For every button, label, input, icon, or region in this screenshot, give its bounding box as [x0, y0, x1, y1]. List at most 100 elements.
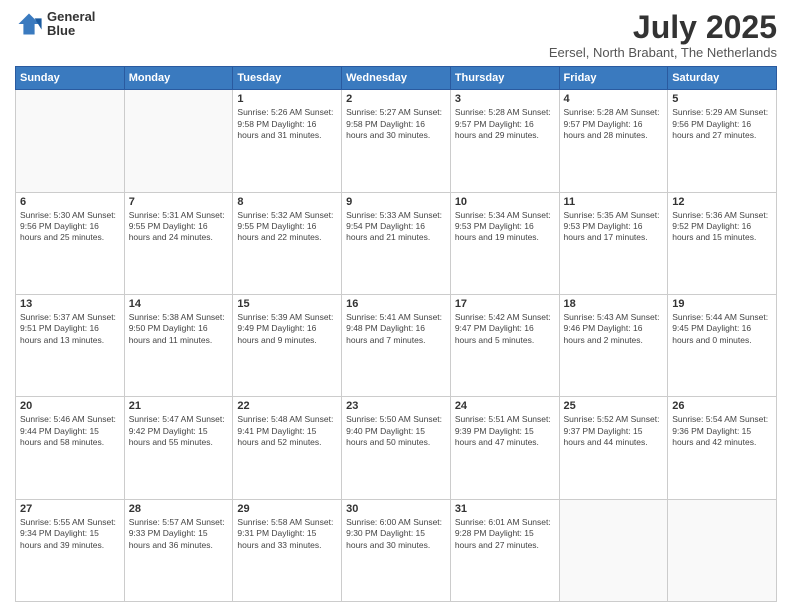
- day-info: Sunrise: 5:29 AM Sunset: 9:56 PM Dayligh…: [672, 107, 772, 141]
- day-info: Sunrise: 5:55 AM Sunset: 9:34 PM Dayligh…: [20, 517, 120, 551]
- day-number: 20: [20, 400, 120, 412]
- calendar-cell: 2 Sunrise: 5:27 AM Sunset: 9:58 PM Daylig…: [342, 90, 451, 192]
- day-number: 30: [346, 503, 446, 515]
- day-info: Sunrise: 6:00 AM Sunset: 9:30 PM Dayligh…: [346, 517, 446, 551]
- calendar-cell: 26Sunrise: 5:54 AM Sunset: 9:36 PM Dayli…: [668, 397, 777, 499]
- calendar-cell: 24Sunrise: 5:51 AM Sunset: 9:39 PM Dayli…: [450, 397, 559, 499]
- title-section: July 2025 Eersel, North Brabant, The Net…: [549, 10, 777, 60]
- calendar-cell: 27 Sunrise: 5:55 AM Sunset: 9:34 PM Dayli…: [16, 499, 125, 601]
- calendar-cell: 21 Sunrise: 5:47 AM Sunset: 9:42 PM Dayli…: [124, 397, 233, 499]
- day-number: 22: [237, 400, 337, 412]
- calendar-cell: 31 Sunrise: 6:01 AM Sunset: 9:28 PM Dayli…: [450, 499, 559, 601]
- day-info: Sunrise: 5:26 AM Sunset: 9:58 PM Dayligh…: [237, 107, 337, 141]
- day-number: 10: [455, 196, 555, 208]
- calendar-cell: [124, 90, 233, 192]
- day-info: Sunrise: 5:48 AM Sunset: 9:41 PM Dayligh…: [237, 414, 337, 448]
- day-number: 8: [237, 196, 337, 208]
- day-number: 4: [564, 93, 664, 105]
- logo-text: General Blue: [47, 10, 95, 39]
- calendar-cell: 17Sunrise: 5:42 AM Sunset: 9:47 PM Dayli…: [450, 294, 559, 396]
- day-info: Sunrise: 5:32 AM Sunset: 9:55 PM Dayligh…: [237, 210, 337, 244]
- day-number: 7: [129, 196, 229, 208]
- day-info: Sunrise: 5:36 AM Sunset: 9:52 PM Dayligh…: [672, 210, 772, 244]
- calendar-cell: 1 Sunrise: 5:26 AM Sunset: 9:58 PM Daylig…: [233, 90, 342, 192]
- day-number: 23: [346, 400, 446, 412]
- calendar-cell: 5 Sunrise: 5:29 AM Sunset: 9:56 PM Daylig…: [668, 90, 777, 192]
- day-info: Sunrise: 5:58 AM Sunset: 9:31 PM Dayligh…: [237, 517, 337, 551]
- calendar-cell: 14Sunrise: 5:38 AM Sunset: 9:50 PM Dayli…: [124, 294, 233, 396]
- day-number: 16: [346, 298, 446, 310]
- day-number: 9: [346, 196, 446, 208]
- calendar-cell: 6 Sunrise: 5:30 AM Sunset: 9:56 PM Daylig…: [16, 192, 125, 294]
- logo-icon: [15, 10, 43, 38]
- calendar-cell: 9 Sunrise: 5:33 AM Sunset: 9:54 PM Daylig…: [342, 192, 451, 294]
- logo-line1: General: [47, 10, 95, 24]
- calendar-week-1: 1 Sunrise: 5:26 AM Sunset: 9:58 PM Daylig…: [16, 90, 777, 192]
- day-info: Sunrise: 5:39 AM Sunset: 9:49 PM Dayligh…: [237, 312, 337, 346]
- calendar-cell: 25Sunrise: 5:52 AM Sunset: 9:37 PM Dayli…: [559, 397, 668, 499]
- day-info: Sunrise: 5:50 AM Sunset: 9:40 PM Dayligh…: [346, 414, 446, 448]
- day-number: 26: [672, 400, 772, 412]
- day-info: Sunrise: 5:44 AM Sunset: 9:45 PM Dayligh…: [672, 312, 772, 346]
- day-info: Sunrise: 5:43 AM Sunset: 9:46 PM Dayligh…: [564, 312, 664, 346]
- day-number: 6: [20, 196, 120, 208]
- day-info: Sunrise: 5:28 AM Sunset: 9:57 PM Dayligh…: [455, 107, 555, 141]
- day-number: 31: [455, 503, 555, 515]
- calendar-cell: [668, 499, 777, 601]
- day-info: Sunrise: 5:38 AM Sunset: 9:50 PM Dayligh…: [129, 312, 229, 346]
- day-info: Sunrise: 5:34 AM Sunset: 9:53 PM Dayligh…: [455, 210, 555, 244]
- day-number: 19: [672, 298, 772, 310]
- day-info: Sunrise: 5:31 AM Sunset: 9:55 PM Dayligh…: [129, 210, 229, 244]
- logo: General Blue: [15, 10, 95, 39]
- day-number: 21: [129, 400, 229, 412]
- day-info: Sunrise: 5:35 AM Sunset: 9:53 PM Dayligh…: [564, 210, 664, 244]
- header-sunday: Sunday: [16, 67, 125, 90]
- header: General Blue July 2025 Eersel, North Bra…: [15, 10, 777, 60]
- logo-line2: Blue: [47, 24, 95, 38]
- calendar-cell: 28 Sunrise: 5:57 AM Sunset: 9:33 PM Dayli…: [124, 499, 233, 601]
- calendar-cell: 29 Sunrise: 5:58 AM Sunset: 9:31 PM Dayli…: [233, 499, 342, 601]
- day-number: 24: [455, 400, 555, 412]
- subtitle: Eersel, North Brabant, The Netherlands: [549, 45, 777, 60]
- day-number: 1: [237, 93, 337, 105]
- day-info: Sunrise: 5:46 AM Sunset: 9:44 PM Dayligh…: [20, 414, 120, 448]
- day-number: 28: [129, 503, 229, 515]
- calendar-cell: 3Sunrise: 5:28 AM Sunset: 9:57 PM Daylig…: [450, 90, 559, 192]
- header-monday: Monday: [124, 67, 233, 90]
- day-info: Sunrise: 5:41 AM Sunset: 9:48 PM Dayligh…: [346, 312, 446, 346]
- calendar-week-3: 13Sunrise: 5:37 AM Sunset: 9:51 PM Dayli…: [16, 294, 777, 396]
- day-number: 27: [20, 503, 120, 515]
- day-info: Sunrise: 6:01 AM Sunset: 9:28 PM Dayligh…: [455, 517, 555, 551]
- day-info: Sunrise: 5:28 AM Sunset: 9:57 PM Dayligh…: [564, 107, 664, 141]
- calendar-cell: 16 Sunrise: 5:41 AM Sunset: 9:48 PM Dayli…: [342, 294, 451, 396]
- day-info: Sunrise: 5:33 AM Sunset: 9:54 PM Dayligh…: [346, 210, 446, 244]
- day-info: Sunrise: 5:57 AM Sunset: 9:33 PM Dayligh…: [129, 517, 229, 551]
- day-info: Sunrise: 5:47 AM Sunset: 9:42 PM Dayligh…: [129, 414, 229, 448]
- day-number: 2: [346, 93, 446, 105]
- calendar-cell: 7 Sunrise: 5:31 AM Sunset: 9:55 PM Daylig…: [124, 192, 233, 294]
- day-info: Sunrise: 5:27 AM Sunset: 9:58 PM Dayligh…: [346, 107, 446, 141]
- calendar-cell: 11Sunrise: 5:35 AM Sunset: 9:53 PM Dayli…: [559, 192, 668, 294]
- day-number: 13: [20, 298, 120, 310]
- day-info: Sunrise: 5:52 AM Sunset: 9:37 PM Dayligh…: [564, 414, 664, 448]
- calendar-cell: [559, 499, 668, 601]
- calendar-cell: 23 Sunrise: 5:50 AM Sunset: 9:40 PM Dayli…: [342, 397, 451, 499]
- header-wednesday: Wednesday: [342, 67, 451, 90]
- day-number: 12: [672, 196, 772, 208]
- calendar-week-2: 6 Sunrise: 5:30 AM Sunset: 9:56 PM Daylig…: [16, 192, 777, 294]
- header-friday: Friday: [559, 67, 668, 90]
- calendar-week-4: 20 Sunrise: 5:46 AM Sunset: 9:44 PM Dayli…: [16, 397, 777, 499]
- main-title: July 2025: [549, 10, 777, 45]
- day-number: 18: [564, 298, 664, 310]
- calendar-cell: 18 Sunrise: 5:43 AM Sunset: 9:46 PM Dayli…: [559, 294, 668, 396]
- day-number: 29: [237, 503, 337, 515]
- calendar-cell: 19 Sunrise: 5:44 AM Sunset: 9:45 PM Dayli…: [668, 294, 777, 396]
- header-saturday: Saturday: [668, 67, 777, 90]
- calendar-header-row: Sunday Monday Tuesday Wednesday Thursday…: [16, 67, 777, 90]
- day-number: 5: [672, 93, 772, 105]
- day-number: 15: [237, 298, 337, 310]
- day-info: Sunrise: 5:30 AM Sunset: 9:56 PM Dayligh…: [20, 210, 120, 244]
- calendar-week-5: 27 Sunrise: 5:55 AM Sunset: 9:34 PM Dayli…: [16, 499, 777, 601]
- calendar-cell: 4 Sunrise: 5:28 AM Sunset: 9:57 PM Daylig…: [559, 90, 668, 192]
- calendar-cell: 15 Sunrise: 5:39 AM Sunset: 9:49 PM Dayli…: [233, 294, 342, 396]
